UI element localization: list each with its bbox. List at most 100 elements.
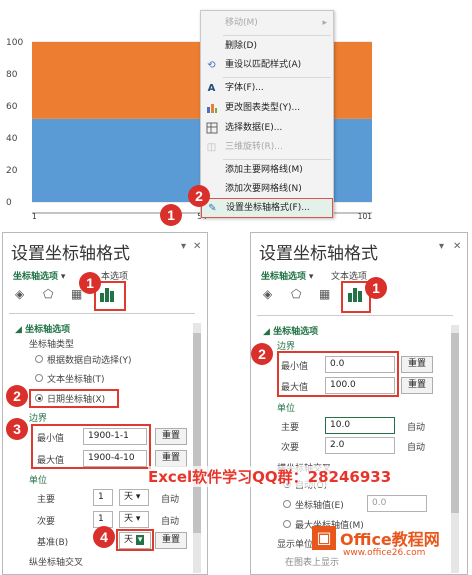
radio-axis-value[interactable]	[283, 500, 291, 508]
logo-url: www.office26.com	[343, 548, 426, 558]
divider	[9, 313, 195, 314]
major-auto-label: 自动	[161, 495, 180, 505]
minor-unit-select[interactable]: 天 ▾	[119, 511, 149, 528]
menu-item-delete[interactable]: 删除(D)	[201, 37, 333, 56]
display-units-label: 显示单位	[277, 540, 314, 550]
major-value-input[interactable]: 1	[93, 489, 113, 506]
base-label: 基准(B)	[37, 538, 69, 548]
radio-axis-value-label[interactable]: 坐标轴值(E)	[295, 498, 344, 511]
major-label: 主要	[37, 495, 56, 505]
menu-separator	[223, 35, 331, 36]
cross-value-input[interactable]: 0.0	[367, 495, 427, 512]
highlight-box	[116, 529, 154, 551]
show-on-chart-label[interactable]: 在图表上显示	[285, 555, 339, 568]
effects-icon[interactable]: ⬠	[291, 287, 301, 301]
x-tick-label: 101	[358, 212, 373, 221]
minor-label: 次要	[37, 517, 56, 527]
context-menu[interactable]: 移动(M) ▸ 删除(D) ⟲ 重设以匹配样式(A) A 字体(F)... 更改图表类…	[200, 10, 334, 218]
3d-rotate-icon: ◫	[206, 142, 217, 153]
menu-item-reset-style[interactable]: ⟲ 重设以匹配样式(A)	[201, 56, 333, 75]
reset-min-button[interactable]: 重置	[401, 356, 433, 373]
reset-min-button[interactable]: 重置	[155, 428, 187, 445]
highlight-box	[29, 389, 119, 408]
radio-text-axis[interactable]	[35, 374, 43, 382]
y-tick-label: 40	[6, 134, 18, 144]
close-icon[interactable]: ✕	[453, 241, 461, 252]
minor-value-input[interactable]: 2.0	[325, 437, 395, 454]
reset-max-button[interactable]: 重置	[401, 377, 433, 394]
office-logo-icon: ▣	[312, 526, 336, 550]
step-badge-2: 2	[251, 343, 273, 365]
fill-line-icon[interactable]: ◈	[263, 287, 272, 301]
axis-type-label: 坐标轴类型	[29, 340, 75, 350]
radio-auto-label[interactable]: 根据数据自动选择(Y)	[47, 353, 132, 366]
vertical-axis-crosses-label: 纵坐标轴交叉	[29, 558, 84, 568]
close-icon[interactable]: ✕	[193, 241, 201, 252]
section-header[interactable]: ◢ 坐标轴选项	[15, 322, 70, 335]
pane-title: 设置坐标轴格式	[11, 244, 130, 264]
highlight-box	[31, 424, 151, 469]
menu-separator	[223, 77, 331, 78]
major-unit-select[interactable]: 天 ▾	[119, 489, 149, 506]
step-badge-3: 3	[6, 418, 28, 440]
step-badge-2: 2	[6, 385, 28, 407]
menu-item-add-major-gridlines[interactable]: 添加主要网格线(M)	[201, 161, 333, 180]
major-value-input[interactable]: 10.0	[325, 417, 395, 434]
size-properties-icon[interactable]: ▦	[319, 287, 330, 301]
chart-type-icon	[205, 102, 218, 115]
minor-label: 次要	[281, 443, 300, 453]
menu-item-add-minor-gridlines[interactable]: 添加次要网格线(N)	[201, 180, 333, 199]
step-badge-1: 1	[160, 204, 182, 226]
minor-auto-label: 自动	[161, 517, 180, 527]
major-label: 主要	[281, 423, 300, 433]
tab-axis-options[interactable]: 坐标轴选项 ▾	[13, 269, 65, 282]
divider	[257, 315, 453, 316]
pane-options-icon[interactable]: ▾	[181, 241, 186, 252]
tab-axis-options[interactable]: 坐标轴选项 ▾	[261, 269, 313, 282]
radio-auto[interactable]	[35, 355, 43, 363]
y-tick-label: 80	[6, 70, 18, 80]
y-tick-label: 100	[6, 38, 23, 48]
font-icon: A	[207, 83, 216, 94]
fill-line-icon[interactable]: ◈	[15, 287, 24, 301]
y-tick-label: 0	[6, 198, 12, 208]
pane-options-icon[interactable]: ▾	[439, 241, 444, 252]
menu-item-format-axis[interactable]: ✎ 设置坐标轴格式(F)...	[201, 198, 333, 218]
menu-item-change-chart-type[interactable]: 更改图表类型(Y)...	[201, 99, 333, 118]
format-axis-pane-right[interactable]: 设置坐标轴格式 ▾ ✕ 坐标轴选项 ▾ 文本选项 ◈ ⬠ ▦ ◢ 坐标轴选项 边…	[250, 232, 468, 575]
highlight-box	[277, 351, 399, 397]
y-tick-label: 60	[6, 102, 18, 112]
submenu-arrow-icon: ▸	[322, 18, 327, 28]
x-tick-label: 1	[32, 212, 37, 221]
step-badge-1: 1	[365, 277, 387, 299]
major-auto-label: 自动	[407, 423, 426, 433]
pane-title: 设置坐标轴格式	[259, 244, 378, 264]
watermark-text: Excel软件学习QQ群：28246933	[148, 466, 392, 487]
radio-text-axis-label[interactable]: 文本坐标轴(T)	[47, 372, 105, 385]
reset-max-button[interactable]: 重置	[155, 450, 187, 467]
step-badge-2: 2	[188, 185, 210, 207]
scrollbar-thumb[interactable]	[451, 333, 459, 513]
reset-base-button[interactable]: 重置	[155, 532, 187, 549]
scrollbar-thumb[interactable]	[193, 333, 201, 533]
logo-text: Office教程网	[340, 530, 440, 549]
format-axis-icon: ✎	[208, 203, 217, 214]
units-label: 单位	[277, 404, 296, 414]
section-header[interactable]: ◢ 坐标轴选项	[263, 324, 318, 337]
menu-item-3d-rotation[interactable]: ◫ 三维旋转(R)...	[201, 138, 333, 157]
menu-item-move[interactable]: 移动(M) ▸	[201, 14, 333, 33]
menu-separator	[223, 159, 331, 160]
menu-item-font[interactable]: A 字体(F)...	[201, 79, 333, 98]
minor-auto-label: 自动	[407, 443, 426, 453]
select-data-icon	[205, 122, 218, 135]
units-label: 单位	[29, 476, 48, 486]
step-badge-4: 4	[93, 526, 115, 548]
reset-style-icon: ⟲	[207, 60, 216, 71]
step-badge-1: 1	[79, 272, 101, 294]
menu-item-select-data[interactable]: 选择数据(E)...	[201, 119, 333, 138]
format-axis-pane-left[interactable]: 设置坐标轴格式 ▾ ✕ 坐标轴选项 ▾ 本选项 ◈ ⬠ ▦ ◢ 坐标轴选项 坐标…	[2, 232, 208, 575]
effects-icon[interactable]: ⬠	[43, 287, 53, 301]
radio-max-axis-value[interactable]	[283, 520, 291, 528]
y-tick-label: 20	[6, 166, 18, 176]
bounds-label: 边界	[29, 414, 48, 424]
